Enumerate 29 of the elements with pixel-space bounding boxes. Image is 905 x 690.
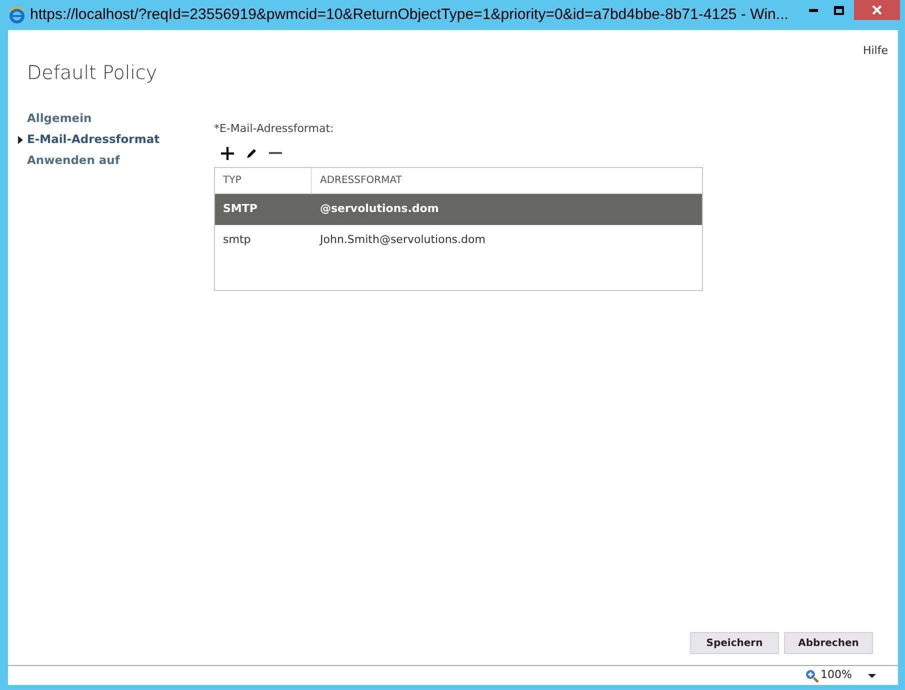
- window-title: https://localhost/?reqId=23556919&pwmcid=10&ReturnObjectType=1&priority=0&id=a7bd4bbe-8b71-4125 - Win...: [30, 4, 788, 25]
- add-button[interactable]: [220, 146, 234, 160]
- sidebar-item[interactable]: Anwenden auf: [27, 152, 120, 170]
- triangle-icon: [18, 136, 23, 144]
- browser-icon: [8, 6, 26, 24]
- sidebar-item[interactable]: E-Mail-Adressformat: [27, 130, 160, 148]
- dropdown-icon[interactable]: [868, 674, 876, 678]
- dialog-button[interactable]: Abbrechen: [784, 632, 873, 654]
- close-icon: [872, 5, 882, 15]
- sidebar-item[interactable]: Allgemein: [27, 110, 92, 128]
- table-row[interactable]: smtp John.Smith@servolutions.dom: [215, 225, 702, 256]
- column-header[interactable]: ADRESSFORMAT: [312, 168, 702, 193]
- table-cell-text: smtp: [222, 232, 252, 248]
- minus-icon: [268, 152, 282, 154]
- field-label: *E-Mail-Adressformat:: [214, 121, 335, 137]
- help-link[interactable]: Hilfe: [862, 43, 888, 60]
- table-cell-text: John.Smith@servolutions.dom: [318, 232, 486, 248]
- page-heading: Default Policy: [27, 61, 158, 86]
- table-cell-text: @servolutions.dom: [319, 201, 440, 218]
- edit-button[interactable]: [244, 146, 258, 160]
- dialog-button[interactable]: Speichern: [690, 632, 779, 654]
- table-row[interactable]: SMTP @servolutions.dom: [215, 194, 702, 225]
- zoom-icon: [804, 668, 819, 682]
- table-cell-text: SMTP: [222, 201, 258, 218]
- zoom-level[interactable]: 100%: [820, 667, 852, 684]
- column-header[interactable]: TYP: [215, 168, 312, 193]
- close-button[interactable]: [854, 0, 900, 20]
- plus-icon: [220, 146, 234, 160]
- pencil-icon: [246, 148, 256, 158]
